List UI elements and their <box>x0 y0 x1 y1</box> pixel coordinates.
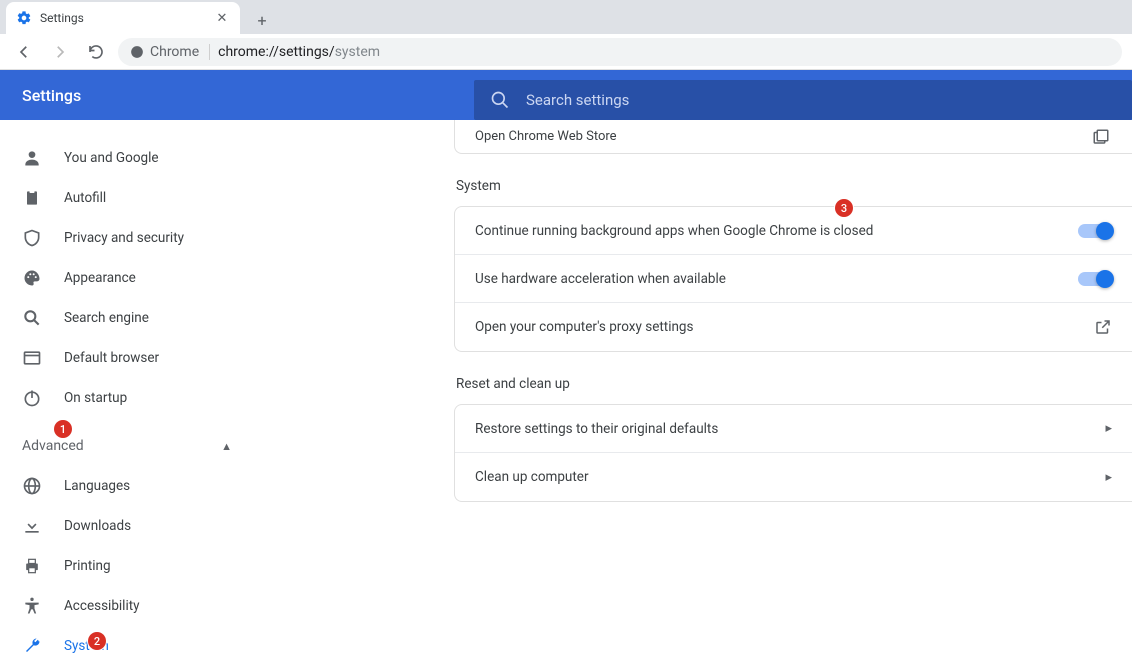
omnibox-url: chrome://settings/system <box>218 44 380 60</box>
omnibox-chip: Chrome <box>130 44 210 60</box>
open-external-icon <box>1094 318 1112 336</box>
shield-icon <box>22 228 42 248</box>
sidebar-item-languages[interactable]: Languages <box>0 466 242 506</box>
browser-icon <box>22 348 42 368</box>
gear-icon <box>16 10 32 26</box>
sidebar-label: Languages <box>64 478 130 494</box>
browser-tab-settings[interactable]: Settings ✕ <box>6 2 240 34</box>
sidebar-item-system[interactable]: System 2 <box>0 626 242 656</box>
row-label: Restore settings to their original defau… <box>475 421 718 437</box>
chevron-right-icon: ▸ <box>1105 421 1112 436</box>
settings-header: Settings Search settings <box>0 70 1132 120</box>
address-bar[interactable]: Chrome chrome://settings/system <box>118 38 1122 66</box>
search-settings-input[interactable]: Search settings <box>474 80 1132 120</box>
row-label: Clean up computer <box>475 469 589 485</box>
sidebar-label: On startup <box>64 390 127 406</box>
tab-close-icon[interactable]: ✕ <box>214 10 230 26</box>
sidebar-advanced-toggle[interactable]: Advanced ▲ 1 <box>0 426 254 466</box>
chevron-up-icon: ▲ <box>221 440 232 453</box>
sidebar-item-you-and-google[interactable]: You and Google <box>0 138 242 178</box>
tab-title: Settings <box>40 11 84 25</box>
search-icon <box>490 90 510 110</box>
accessibility-icon <box>22 596 42 616</box>
sidebar-item-autofill[interactable]: Autofill <box>0 178 242 218</box>
palette-icon <box>22 268 42 288</box>
annotation-badge-1: 1 <box>54 420 72 438</box>
row-open-web-store[interactable]: Open Chrome Web Store <box>454 120 1132 154</box>
download-icon <box>22 516 42 536</box>
back-button[interactable] <box>10 38 38 66</box>
sidebar-item-accessibility[interactable]: Accessibility <box>0 586 242 626</box>
section-title-reset: Reset and clean up <box>454 376 1132 392</box>
toggle-background-apps[interactable] <box>1078 224 1112 238</box>
printer-icon <box>22 556 42 576</box>
power-icon <box>22 388 42 408</box>
sidebar-label: Downloads <box>64 518 131 534</box>
sidebar-item-search-engine[interactable]: Search engine <box>0 298 242 338</box>
row-background-apps: Continue running background apps when Go… <box>455 207 1132 255</box>
browser-toolbar: Chrome chrome://settings/system <box>0 34 1132 70</box>
sidebar-label: You and Google <box>64 150 159 166</box>
section-title-system: System <box>454 178 1132 194</box>
row-label: Open Chrome Web Store <box>475 129 617 144</box>
chrome-icon <box>130 45 144 59</box>
sidebar-item-privacy[interactable]: Privacy and security <box>0 218 242 258</box>
open-external-icon <box>1092 128 1110 146</box>
wrench-icon <box>22 636 42 656</box>
tab-strip: Settings ✕ + <box>0 0 1132 34</box>
reset-panel: Restore settings to their original defau… <box>454 404 1132 502</box>
search-placeholder: Search settings <box>526 91 629 109</box>
sidebar-label: Printing <box>64 558 111 574</box>
clipboard-icon <box>22 188 42 208</box>
search-icon <box>22 308 42 328</box>
forward-button[interactable] <box>46 38 74 66</box>
settings-content: Open Chrome Web Store System Continue ru… <box>254 120 1132 656</box>
sidebar-label: Accessibility <box>64 598 140 614</box>
sidebar-item-appearance[interactable]: Appearance <box>0 258 242 298</box>
sidebar-label: Privacy and security <box>64 230 184 246</box>
person-icon <box>22 148 42 168</box>
sidebar-item-default-browser[interactable]: Default browser <box>0 338 242 378</box>
sidebar-label: Search engine <box>64 310 149 326</box>
sidebar-item-downloads[interactable]: Downloads <box>0 506 242 546</box>
row-restore-defaults[interactable]: Restore settings to their original defau… <box>455 405 1132 453</box>
annotation-badge-2: 2 <box>88 632 106 650</box>
globe-icon <box>22 476 42 496</box>
row-proxy-settings[interactable]: Open your computer's proxy settings <box>455 303 1132 351</box>
sidebar-label: Autofill <box>64 190 106 206</box>
settings-sidebar: You and Google Autofill Privacy and secu… <box>0 120 254 656</box>
sidebar-item-on-startup[interactable]: On startup <box>0 378 242 418</box>
toggle-hardware-acceleration[interactable] <box>1078 272 1112 286</box>
omnibox-chip-label: Chrome <box>150 44 199 60</box>
row-label: Continue running background apps when Go… <box>475 223 873 239</box>
annotation-badge-3: 3 <box>835 199 853 217</box>
sidebar-label: Appearance <box>64 270 136 286</box>
row-cleanup-computer[interactable]: Clean up computer ▸ <box>455 453 1132 501</box>
chevron-right-icon: ▸ <box>1105 470 1112 485</box>
row-label: Use hardware acceleration when available <box>475 271 726 287</box>
new-tab-button[interactable]: + <box>248 6 276 34</box>
sidebar-advanced-label: Advanced <box>22 438 84 454</box>
row-hardware-acceleration: Use hardware acceleration when available <box>455 255 1132 303</box>
sidebar-label: Default browser <box>64 350 159 366</box>
system-panel: Continue running background apps when Go… <box>454 206 1132 352</box>
settings-header-title: Settings <box>22 86 454 105</box>
reload-button[interactable] <box>82 38 110 66</box>
sidebar-item-printing[interactable]: Printing <box>0 546 242 586</box>
row-label: Open your computer's proxy settings <box>475 319 693 335</box>
